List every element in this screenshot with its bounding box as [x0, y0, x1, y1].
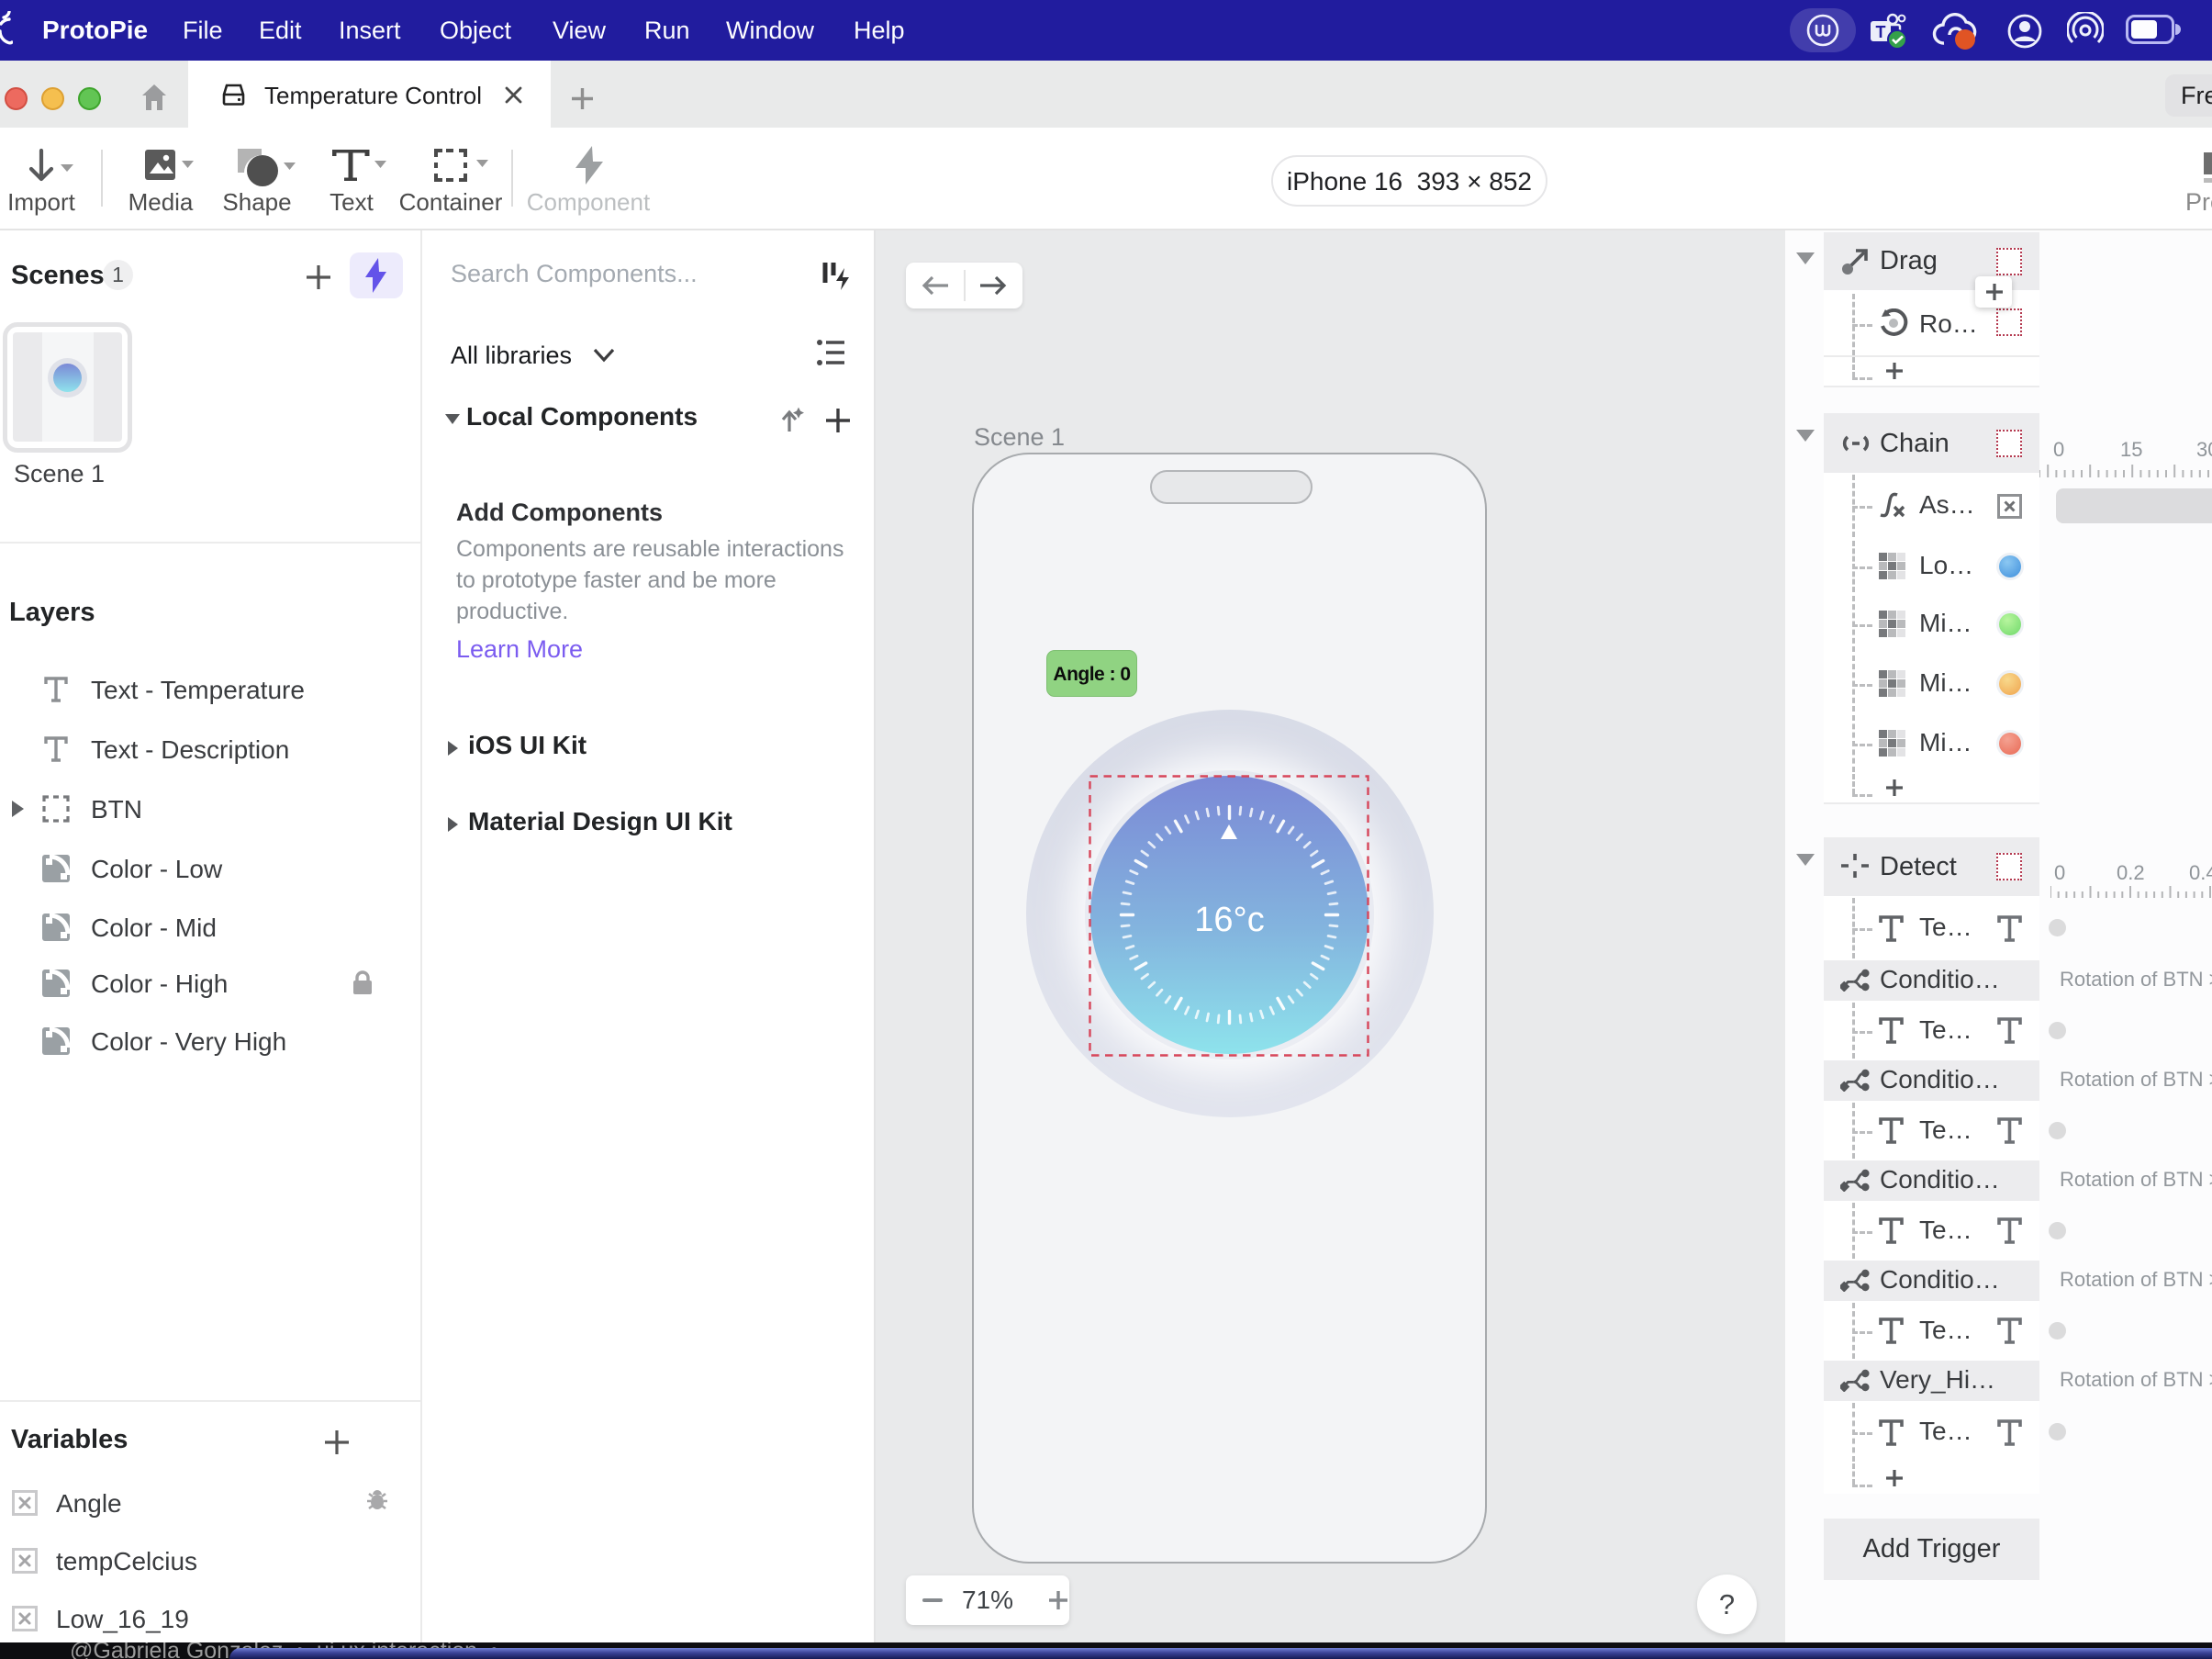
svg-text:T: T	[1876, 23, 1886, 41]
